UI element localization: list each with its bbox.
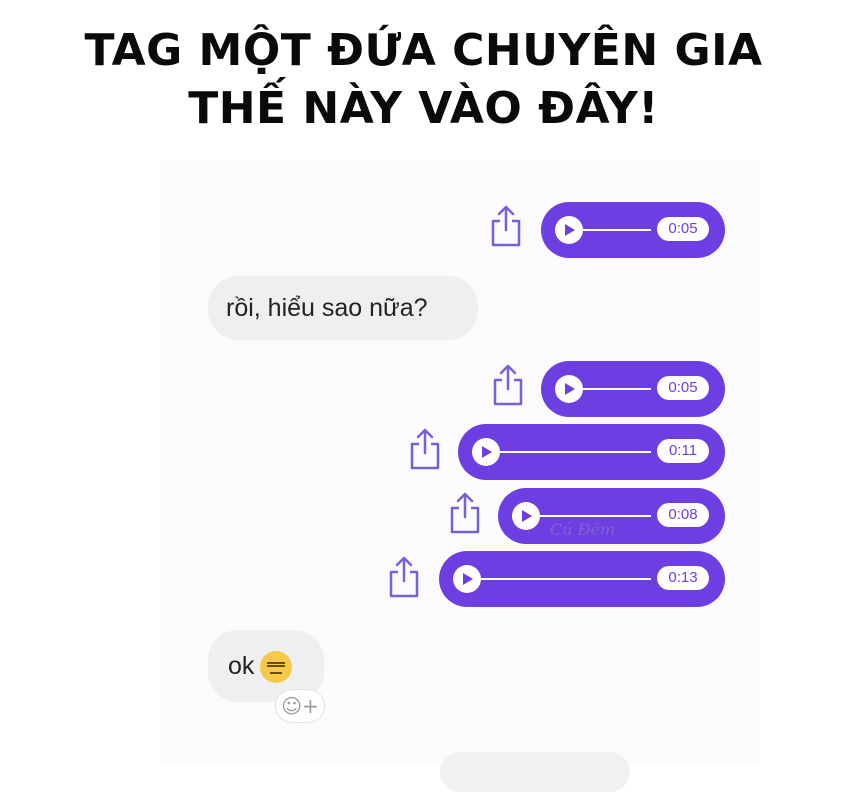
- voice-duration: 0:11: [657, 439, 709, 463]
- play-icon[interactable]: [555, 375, 583, 403]
- add-reaction-icon: ☺+: [281, 694, 319, 718]
- voice-waveform: [581, 388, 651, 390]
- play-icon[interactable]: [555, 216, 583, 244]
- play-icon[interactable]: [453, 565, 481, 593]
- incoming-message-partial: [440, 752, 630, 792]
- voice-waveform: [479, 578, 651, 580]
- caption-line-2: THẾ NÀY VÀO ĐÂY!: [188, 83, 659, 134]
- share-icon[interactable]: [491, 363, 525, 407]
- share-icon[interactable]: [408, 427, 442, 471]
- caption-line-1: TAG MỘT ĐỨA CHUYÊN GIA: [84, 25, 763, 76]
- share-icon[interactable]: [387, 555, 421, 599]
- voice-duration: 0:05: [657, 376, 709, 400]
- voice-message[interactable]: 0:13: [439, 551, 725, 607]
- voice-waveform: [498, 451, 651, 453]
- voice-message[interactable]: 0:05: [541, 361, 725, 417]
- incoming-message: rồi, hiểu sao nữa?: [208, 276, 478, 340]
- meme-caption: TAG MỘT ĐỨA CHUYÊN GIA THẾ NÀY VÀO ĐÂY!: [0, 22, 847, 138]
- watermark-text: Cú Đêm: [550, 520, 616, 539]
- share-icon[interactable]: [448, 491, 482, 535]
- add-reaction-button[interactable]: ☺+: [276, 690, 324, 722]
- voice-duration: 0:08: [657, 503, 709, 527]
- voice-waveform: [581, 229, 651, 231]
- play-icon[interactable]: [512, 502, 540, 530]
- message-text: ok: [228, 652, 255, 680]
- voice-duration: 0:13: [657, 566, 709, 590]
- voice-message[interactable]: 0:05: [541, 202, 725, 258]
- watermark-logo: Cú Đêm: [550, 520, 615, 539]
- play-icon[interactable]: [472, 438, 500, 466]
- voice-message[interactable]: 0:11: [458, 424, 725, 480]
- voice-waveform: [538, 515, 651, 517]
- share-icon[interactable]: [489, 204, 523, 248]
- voice-duration: 0:05: [657, 217, 709, 241]
- message-text: rồi, hiểu sao nữa?: [226, 294, 428, 322]
- expressionless-face-icon: [260, 651, 293, 684]
